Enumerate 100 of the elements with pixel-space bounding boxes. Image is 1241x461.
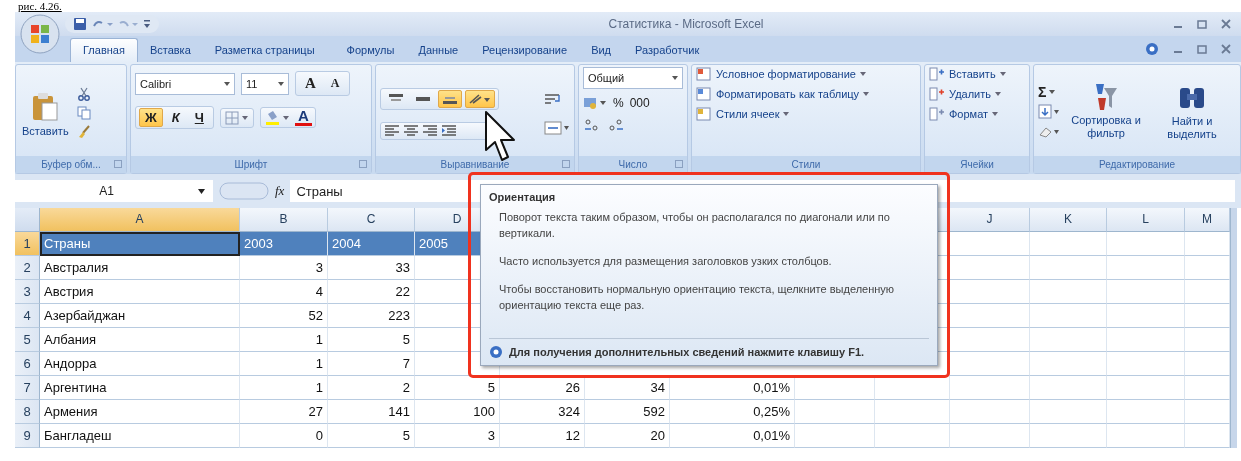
caret-icon xyxy=(995,92,1001,96)
restore-icon[interactable] xyxy=(1197,44,1207,54)
styles-menu-button[interactable]: Условное форматирование xyxy=(696,67,916,81)
close-icon[interactable] xyxy=(1221,44,1231,54)
align-right-icon[interactable] xyxy=(422,123,438,138)
brush-icon[interactable] xyxy=(76,124,91,139)
align-center-icon[interactable] xyxy=(403,123,419,138)
row-header[interactable]: 9 xyxy=(15,424,40,448)
table-cell: 141 xyxy=(328,400,415,424)
row-header[interactable]: 4 xyxy=(15,304,40,328)
table-cell: 592 xyxy=(585,400,670,424)
cells-menu-button[interactable]: Вставить xyxy=(929,67,1025,81)
ribbon-tab[interactable]: Вставка xyxy=(137,39,203,62)
save-icon[interactable] xyxy=(73,17,87,31)
cells-menu-button[interactable]: Формат xyxy=(929,107,1025,121)
table-cell: 1 xyxy=(240,328,328,352)
column-header[interactable]: C xyxy=(328,208,415,232)
merge-cells-icon[interactable] xyxy=(544,119,570,136)
caret-icon xyxy=(672,76,678,80)
insert-function-button[interactable]: fx xyxy=(275,183,285,199)
name-box[interactable]: A1 xyxy=(15,180,213,202)
figure-caption: рис. 4.26. xyxy=(18,0,62,12)
table-cell: 4 xyxy=(240,280,328,304)
percent-button[interactable]: % xyxy=(613,96,624,110)
row-header[interactable]: 6 xyxy=(15,352,40,376)
font-style-button[interactable]: Ч xyxy=(188,108,210,127)
row-header[interactable]: 2 xyxy=(15,256,40,280)
ribbon-tab[interactable]: Разметка страницы xyxy=(202,39,335,62)
customize-toolbar-icon[interactable] xyxy=(143,19,151,29)
font-style-button[interactable]: К xyxy=(165,108,186,127)
sort-funnel-icon xyxy=(1094,83,1118,111)
table-cell: 2003 xyxy=(240,232,328,256)
clipboard-icon xyxy=(31,92,60,122)
font-color-button[interactable]: A xyxy=(294,109,312,126)
ribbon-tab[interactable]: Данные xyxy=(406,39,471,62)
ribbon-tab[interactable]: Формулы xyxy=(334,39,407,62)
styles-menu-button[interactable]: Форматировать как таблицу xyxy=(696,87,916,101)
autosum-button[interactable]: Σ xyxy=(1038,83,1047,100)
font-size-dropdown[interactable]: 11 xyxy=(241,72,289,95)
column-header[interactable]: J xyxy=(950,208,1030,232)
table-cell: 3 xyxy=(240,256,328,280)
table-cell: 0,01% xyxy=(670,424,795,448)
cells-menu-button[interactable]: Удалить xyxy=(929,87,1025,101)
grow-font-button[interactable]: A xyxy=(299,73,322,94)
column-header[interactable]: K xyxy=(1030,208,1107,232)
caret-icon xyxy=(992,112,999,116)
table-cell: 5 xyxy=(328,328,415,352)
fill-down-icon[interactable] xyxy=(1038,103,1060,120)
font-style-button[interactable]: Ж xyxy=(139,108,163,127)
diagonal-text-icon xyxy=(469,92,491,105)
sort-filter-button[interactable]: Сортировка и фильтр xyxy=(1066,81,1146,142)
close-icon[interactable] xyxy=(1221,19,1231,29)
number-format-dropdown[interactable]: Общий xyxy=(583,67,683,89)
styles-menu-button[interactable]: Стили ячеек xyxy=(696,107,916,121)
row-header[interactable]: 7 xyxy=(15,376,40,400)
row-header[interactable]: 1 xyxy=(15,232,40,256)
ribbon-tab[interactable]: Разработчик xyxy=(623,39,712,62)
dialog-launcher-icon[interactable] xyxy=(562,160,570,168)
restore-icon[interactable] xyxy=(1197,19,1207,29)
select-all-corner[interactable] xyxy=(15,208,40,232)
paste-button[interactable]: Вставить xyxy=(20,90,71,139)
ribbon-tab[interactable]: Вид xyxy=(579,39,624,62)
table-cell: 5 xyxy=(415,376,500,400)
orientation-button[interactable] xyxy=(465,89,495,108)
table-cell: Аргентина xyxy=(40,376,240,400)
thousands-separator-button[interactable]: 000 xyxy=(629,96,650,110)
copy-icon[interactable] xyxy=(76,105,91,120)
row-header[interactable]: 5 xyxy=(15,328,40,352)
column-header[interactable]: A xyxy=(40,208,240,232)
group-label: Выравнивание xyxy=(440,159,510,170)
dialog-launcher-icon[interactable] xyxy=(114,160,122,168)
tooltip-help-text: Для получения дополнительных сведений нажмите клавишу F1. xyxy=(509,346,865,358)
dialog-launcher-icon[interactable] xyxy=(359,160,367,168)
vertical-scrollbar[interactable] xyxy=(1230,208,1237,448)
column-header[interactable]: M xyxy=(1185,208,1230,232)
table-cell: 1 xyxy=(240,376,328,400)
table-cell: Азербайджан xyxy=(40,304,240,328)
dialog-launcher-icon[interactable] xyxy=(675,160,683,168)
ribbon-tab[interactable]: Главная xyxy=(70,38,138,62)
row-header[interactable]: 3 xyxy=(15,280,40,304)
indent-icon[interactable] xyxy=(441,123,457,138)
font-name-dropdown[interactable]: Calibri xyxy=(135,72,235,95)
currency-icon[interactable] xyxy=(583,95,607,111)
tooltip-text: Чтобы восстановить нормальную ориентацию текста, щелкните выделенную ориентацию текста еще раз. xyxy=(499,282,896,313)
align-left-icon[interactable] xyxy=(384,123,400,138)
shrink-font-button[interactable]: A xyxy=(324,74,346,93)
column-header[interactable]: B xyxy=(240,208,328,232)
group-label: Число xyxy=(618,159,648,170)
increase-decimal-icon[interactable] xyxy=(583,117,601,133)
column-header[interactable]: L xyxy=(1107,208,1185,232)
row-header[interactable]: 8 xyxy=(15,400,40,424)
vertical-align-button[interactable] xyxy=(438,89,462,108)
table-cell: 52 xyxy=(240,304,328,328)
help-icon[interactable] xyxy=(1145,42,1159,56)
caret-icon xyxy=(783,112,790,116)
fill-color-icon[interactable] xyxy=(263,109,292,126)
decrease-decimal-icon[interactable] xyxy=(607,117,625,133)
scissors-icon[interactable] xyxy=(76,86,91,101)
ribbon-tab[interactable]: Рецензирование xyxy=(470,39,580,62)
find-select-button[interactable]: Найти и выделить xyxy=(1152,80,1232,143)
